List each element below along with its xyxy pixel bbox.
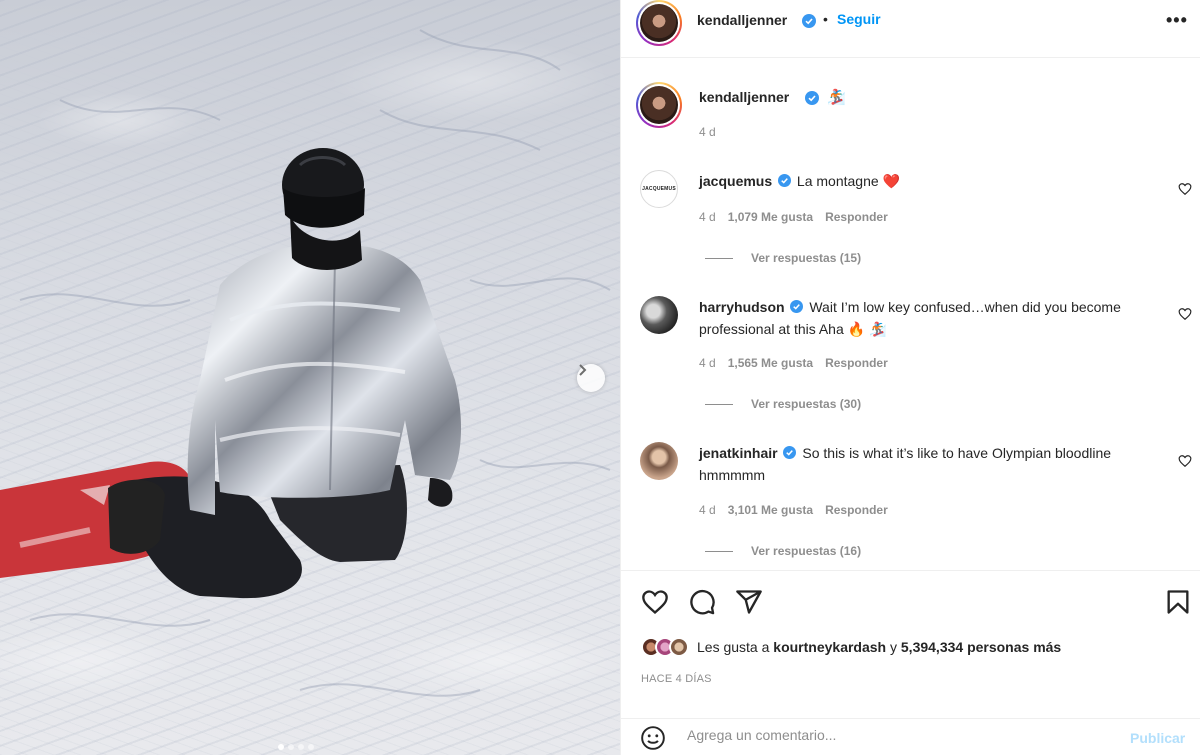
comment-timestamp: 4 d xyxy=(699,503,716,517)
likes-summary: Les gusta a kourtneykardash y 5,394,334 … xyxy=(641,637,1061,657)
liker-username[interactable]: kourtneykardash xyxy=(773,639,886,655)
caption-emoji: 🏂 xyxy=(827,89,846,106)
comment-avatar[interactable]: JACQUEMUS xyxy=(640,170,678,208)
post-timestamp[interactable]: HACE 4 DÍAS xyxy=(641,673,712,685)
comments-list: kendalljenner 🏂 4 d JACQUEMUS jacquemus … xyxy=(621,59,1200,569)
comment-likes[interactable]: 1,079 Me gusta xyxy=(728,210,813,224)
comment-username[interactable]: jenatkinhair xyxy=(699,445,778,461)
author-username[interactable]: kendalljenner xyxy=(697,12,787,28)
comment-input[interactable] xyxy=(687,727,1107,743)
follow-button[interactable]: Seguir xyxy=(837,11,881,27)
comment-emoji: 🔥 🏂 xyxy=(847,321,887,337)
comment-body: jacquemus La montagne ❤️ xyxy=(699,170,1139,192)
view-replies-label: Ver respuestas (30) xyxy=(751,397,862,411)
likes-connector: y xyxy=(890,639,897,655)
reply-button[interactable]: Responder xyxy=(825,210,888,224)
more-options-icon[interactable]: ••• xyxy=(1166,10,1188,31)
caption-author-username[interactable]: kendalljenner xyxy=(699,89,789,105)
reply-button[interactable]: Responder xyxy=(825,356,888,370)
carousel-next-button[interactable] xyxy=(577,364,605,392)
add-comment-bar: Publicar xyxy=(621,718,1200,755)
comment-avatar[interactable] xyxy=(640,296,678,334)
comment-meta: 4 d 3,101 Me gusta Responder xyxy=(699,503,888,517)
verified-badge-icon xyxy=(783,446,797,459)
carousel-dot xyxy=(308,744,314,750)
bookmark-save-icon[interactable] xyxy=(1164,588,1192,616)
carousel-dot xyxy=(278,744,284,750)
view-replies-button[interactable]: Ver respuestas (15) xyxy=(705,251,861,265)
publish-button[interactable]: Publicar xyxy=(1130,730,1185,746)
comment-emoji: ❤️ xyxy=(882,173,900,189)
carousel-dot xyxy=(288,744,294,750)
snowboarder-illustration xyxy=(0,29,611,697)
view-replies-button[interactable]: Ver respuestas (30) xyxy=(705,397,861,411)
comment-meta: 4 d 1,565 Me gusta Responder xyxy=(699,356,888,370)
caption-timestamp: 4 d xyxy=(699,125,716,139)
comment-avatar[interactable] xyxy=(640,442,678,480)
post-details-panel: kendalljenner • Seguir ••• kendalljenner… xyxy=(620,0,1200,755)
comment-body: harryhudson Wait I’m low key confused…wh… xyxy=(699,296,1139,340)
emoji-smiley-icon[interactable] xyxy=(640,725,666,751)
jacquemus-logo: JACQUEMUS xyxy=(642,186,676,192)
post-header: kendalljenner • Seguir ••• xyxy=(621,0,1200,58)
likes-prefix: Les gusta a xyxy=(697,639,770,655)
verified-badge-icon xyxy=(802,14,816,28)
view-replies-label: Ver respuestas (15) xyxy=(751,251,862,265)
comment-meta: 4 d 1,079 Me gusta Responder xyxy=(699,210,888,224)
comment-like-icon[interactable] xyxy=(1178,454,1192,468)
comment-likes[interactable]: 3,101 Me gusta xyxy=(728,503,813,517)
view-replies-label: Ver respuestas (16) xyxy=(751,544,862,558)
chevron-right-icon xyxy=(579,364,587,376)
carousel-indicator xyxy=(278,744,314,750)
comment-bubble-icon[interactable] xyxy=(688,588,716,616)
comment-text: La montagne xyxy=(796,173,879,189)
verified-badge-icon xyxy=(805,91,819,105)
comment-like-icon[interactable] xyxy=(1178,182,1192,196)
post-photo xyxy=(0,0,620,755)
post-actions: Les gusta a kourtneykardash y 5,394,334 … xyxy=(621,570,1200,686)
share-send-icon[interactable] xyxy=(735,588,763,616)
reply-button[interactable]: Responder xyxy=(825,503,888,517)
comment-username[interactable]: jacquemus xyxy=(699,173,772,189)
verified-badge-icon xyxy=(778,174,792,187)
comment-like-icon[interactable] xyxy=(1178,307,1192,321)
comment-username[interactable]: harryhudson xyxy=(699,299,785,315)
comment-body: jenatkinhair So this is what it’s like t… xyxy=(699,442,1139,486)
like-heart-icon[interactable] xyxy=(641,588,669,616)
comment-timestamp: 4 d xyxy=(699,356,716,370)
likes-count[interactable]: 5,394,334 personas más xyxy=(901,639,1061,655)
carousel-dot xyxy=(298,744,304,750)
caption-author-avatar[interactable] xyxy=(636,82,682,128)
view-replies-button[interactable]: Ver respuestas (16) xyxy=(705,544,861,558)
comment-timestamp: 4 d xyxy=(699,210,716,224)
verified-badge-icon xyxy=(790,300,804,313)
likes-text[interactable]: Les gusta a kourtneykardash y 5,394,334 … xyxy=(697,639,1061,655)
comment-likes[interactable]: 1,565 Me gusta xyxy=(728,356,813,370)
separator-dot: • xyxy=(823,11,828,27)
author-avatar[interactable] xyxy=(636,0,682,46)
liker-avatar xyxy=(669,637,689,657)
